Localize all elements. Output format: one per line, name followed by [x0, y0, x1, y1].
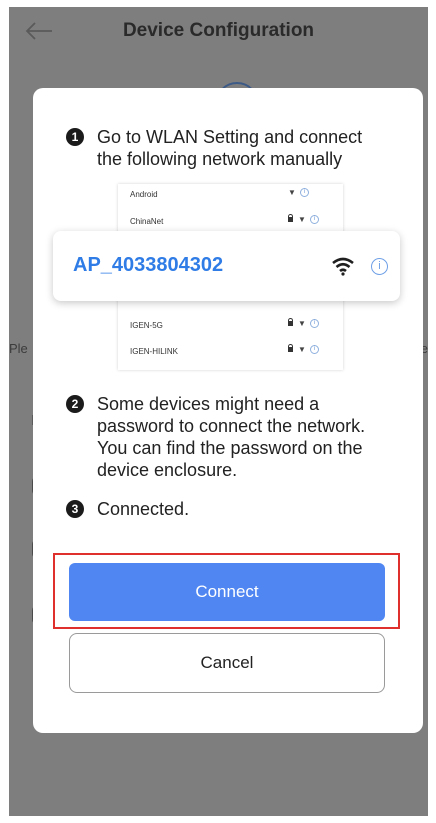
network-name: IGEN-HILINK [130, 347, 179, 356]
step-number: 1 [66, 128, 84, 146]
step-1: 1 Go to WLAN Setting and connect the fol… [66, 126, 386, 170]
info-icon: i [309, 345, 319, 355]
background-text-left: Ple [9, 341, 28, 356]
network-name: ChinaNet [130, 217, 164, 226]
page-title: Device Configuration [122, 20, 315, 41]
info-icon: i [299, 188, 309, 198]
ap-network-card: AP_4033804302 i [53, 231, 400, 301]
step-text: Go to WLAN Setting and connect the follo… [97, 127, 363, 169]
step-3: 3 Connected. [66, 498, 396, 520]
lock-icon [288, 344, 293, 353]
connect-dialog: 1 Go to WLAN Setting and connect the fol… [33, 88, 423, 733]
network-row: Android ▼ i [118, 184, 343, 210]
info-icon: i [309, 215, 319, 225]
step-2: 2 Some devices might need a password to … [66, 393, 396, 481]
network-row: IGEN-HILINK ▼ i [118, 341, 343, 367]
network-row: IGEN-5G ▼ i [118, 315, 343, 341]
info-icon: i [309, 319, 319, 329]
wifi-icon [331, 256, 355, 281]
wifi-icon: ▼ [298, 319, 306, 328]
step-number: 2 [66, 395, 84, 413]
step-text: Connected. [97, 499, 190, 519]
cancel-button[interactable]: Cancel [69, 633, 385, 693]
network-name: IGEN-5G [130, 321, 163, 330]
ap-network-name: AP_4033804302 [73, 254, 224, 276]
lock-icon [288, 214, 293, 223]
wifi-icon: ▼ [298, 345, 306, 354]
step-number: 3 [66, 500, 84, 518]
connect-button[interactable]: Connect [69, 563, 385, 621]
wifi-icon: ▼ [288, 188, 296, 197]
network-name: Android [130, 190, 158, 199]
lock-icon [288, 318, 293, 327]
info-icon[interactable]: i [371, 258, 388, 275]
app-header: Device Configuration [9, 7, 428, 55]
step-text: Some devices might need a password to co… [97, 394, 366, 480]
wifi-icon: ▼ [298, 215, 306, 224]
